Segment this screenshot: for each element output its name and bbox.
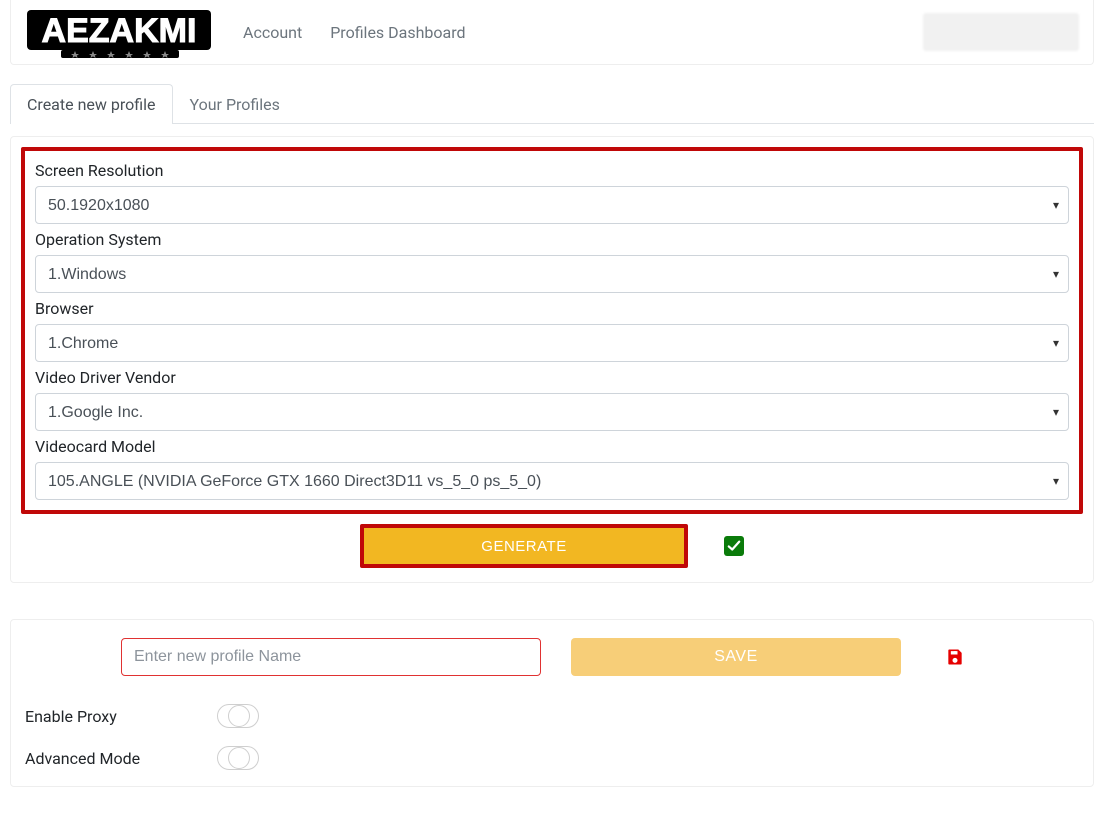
advanced-mode-label: Advanced Mode — [25, 749, 217, 768]
operation-system-label: Operation System — [35, 230, 1069, 249]
videocard-model-select[interactable]: 105.ANGLE (NVIDIA GeForce GTX 1660 Direc… — [35, 462, 1069, 500]
screen-resolution-select[interactable]: 50.1920x1080 — [35, 186, 1069, 224]
save-row: SAVE — [25, 638, 1079, 676]
browser-select[interactable]: 1.Chrome — [35, 324, 1069, 362]
nav-profiles-dashboard[interactable]: Profiles Dashboard — [330, 23, 465, 42]
profile-name-input[interactable] — [121, 638, 541, 676]
tab-your-profiles[interactable]: Your Profiles — [173, 84, 297, 124]
videocard-model-label: Videocard Model — [35, 437, 1069, 456]
operation-system-select[interactable]: 1.Windows — [35, 255, 1069, 293]
fingerprint-form: Screen Resolution 50.1920x1080 Operation… — [21, 147, 1083, 514]
enable-proxy-label: Enable Proxy — [25, 707, 217, 726]
check-icon — [727, 539, 741, 553]
logo: AEZAKMI — [25, 6, 215, 58]
save-icon[interactable] — [945, 647, 965, 667]
create-profile-panel: Screen Resolution 50.1920x1080 Operation… — [10, 136, 1094, 583]
top-bar: AEZAKMI Account Profiles Dashboard — [10, 0, 1094, 65]
advanced-mode-row: Advanced Mode — [25, 746, 1079, 770]
tabs: Create new profile Your Profiles — [10, 83, 1094, 124]
nav-account[interactable]: Account — [243, 23, 302, 42]
nav-links: Account Profiles Dashboard — [243, 23, 466, 42]
enable-proxy-toggle[interactable] — [217, 704, 259, 728]
enable-proxy-row: Enable Proxy — [25, 704, 1079, 728]
generate-success-check[interactable] — [724, 536, 744, 556]
browser-label: Browser — [35, 299, 1069, 318]
generate-row: GENERATE — [21, 524, 1083, 568]
video-vendor-label: Video Driver Vendor — [35, 368, 1069, 387]
generate-button[interactable]: GENERATE — [364, 528, 684, 564]
screen-resolution-label: Screen Resolution — [35, 161, 1069, 180]
save-button[interactable]: SAVE — [571, 638, 901, 676]
save-profile-panel: SAVE Enable Proxy Advanced Mode — [10, 619, 1094, 787]
floppy-disk-icon — [945, 647, 965, 667]
svg-text:AEZAKMI: AEZAKMI — [42, 12, 197, 50]
advanced-mode-toggle[interactable] — [217, 746, 259, 770]
generate-highlight: GENERATE — [360, 524, 688, 568]
user-menu[interactable] — [923, 13, 1079, 51]
video-vendor-select[interactable]: 1.Google Inc. — [35, 393, 1069, 431]
tab-create-profile[interactable]: Create new profile — [10, 84, 173, 124]
